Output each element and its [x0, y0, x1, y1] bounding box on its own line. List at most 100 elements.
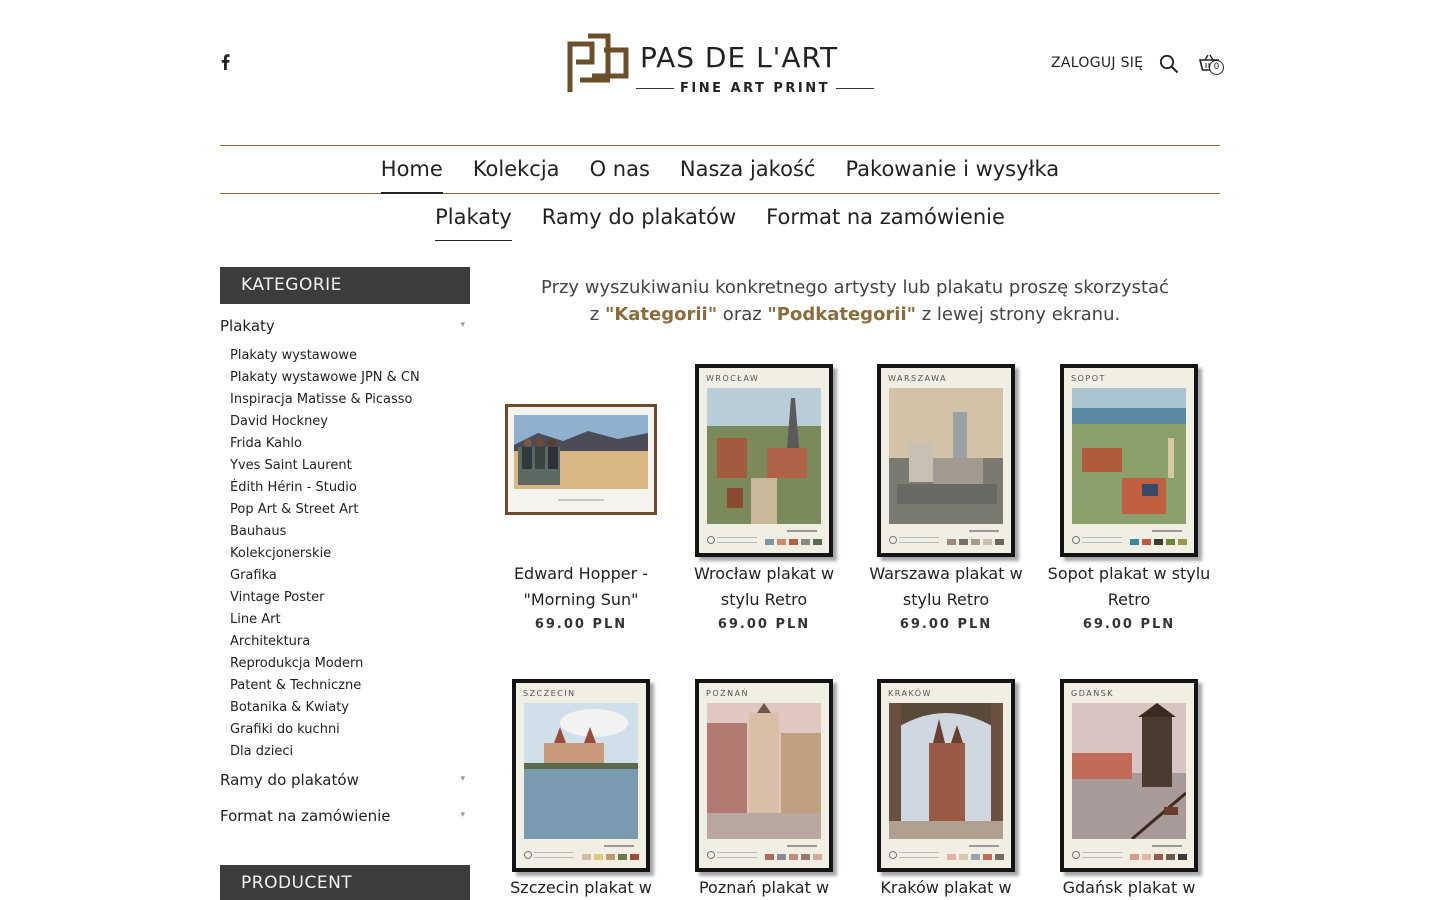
subnav-format[interactable]: Format na zamówienie: [766, 200, 1005, 241]
category-plakaty[interactable]: Plakaty ▾: [220, 317, 470, 335]
product-image[interactable]: SZCZECIN: [512, 679, 650, 872]
poster-paper: KRAKÓW: [881, 683, 1011, 868]
product-card[interactable]: Szczecin plakat w: [496, 875, 666, 900]
poster-text-lines: [717, 852, 757, 858]
product-card[interactable]: Gdańsk plakat w: [1044, 875, 1214, 900]
brand-logo[interactable]: PAS DE L'ART FINE ART PRINT: [566, 30, 876, 96]
poster-paper: GDAŃSK: [1064, 683, 1194, 868]
poster-text-lines: [1082, 852, 1122, 858]
color-swatches: [765, 539, 822, 545]
poster-mark-icon: [1072, 851, 1080, 859]
poster-city: POZNAŃ: [706, 689, 750, 698]
subcategory-item[interactable]: Grafika: [230, 565, 470, 587]
poster-city: KRAKÓW: [888, 689, 932, 698]
divider: [636, 87, 674, 89]
subcategory-item[interactable]: Bauhaus: [230, 521, 470, 543]
nav-kolekcja[interactable]: Kolekcja: [473, 146, 560, 193]
chevron-down-icon[interactable]: ▾: [460, 774, 465, 784]
subcategory-list: Plakaty wystawowe Plakaty wystawowe JPN …: [230, 345, 470, 763]
poster-paper: POZNAŃ: [699, 683, 829, 868]
product-name[interactable]: Wrocław plakat w stylu Retro: [679, 561, 849, 613]
sub-nav: Plakaty Ramy do plakatów Format na zamów…: [220, 200, 1220, 242]
divider: [836, 87, 875, 89]
subcategory-item[interactable]: Yves Saint Laurent: [230, 455, 470, 477]
product-card[interactable]: Edward Hopper - "Morning Sun" 69.00 PLN: [496, 561, 666, 632]
hint-text: oraz: [717, 304, 768, 325]
subcategory-item[interactable]: Pop Art & Street Art: [230, 499, 470, 521]
caption-line: [787, 845, 817, 847]
nav-nasza-jakosc[interactable]: Nasza jakość: [680, 146, 816, 193]
poster-text-lines: [534, 852, 574, 858]
color-swatches: [582, 854, 639, 860]
city-photo: [524, 703, 638, 839]
subnav-ramy[interactable]: Ramy do plakatów: [542, 200, 736, 241]
subcategory-item[interactable]: Patent & Techniczne: [230, 675, 470, 697]
subnav-plakaty[interactable]: Plakaty: [435, 200, 512, 241]
product-image[interactable]: SOPOT: [1060, 364, 1198, 557]
caption-line: [604, 845, 634, 847]
product-image[interactable]: WARSZAWA: [877, 364, 1015, 557]
subcategory-item[interactable]: Plakaty wystawowe JPN & CN: [230, 367, 470, 389]
product-image[interactable]: [505, 404, 657, 515]
caption-line: [787, 530, 817, 532]
category-format[interactable]: Format na zamówienie ▾: [220, 807, 470, 825]
subcategory-item[interactable]: Frida Kahlo: [230, 433, 470, 455]
product-name[interactable]: Edward Hopper - "Morning Sun": [496, 561, 666, 613]
search-hint: Przy wyszukiwaniu konkretnego artysty lu…: [500, 274, 1210, 328]
subcategory-item[interactable]: Architektura: [230, 631, 470, 653]
city-photo: [889, 703, 1003, 839]
nav-o-nas[interactable]: O nas: [590, 146, 650, 193]
chevron-down-icon[interactable]: ▾: [460, 320, 465, 330]
color-swatches: [947, 539, 1004, 545]
chevron-down-icon[interactable]: ▾: [460, 810, 465, 820]
product-image[interactable]: POZNAŃ: [695, 679, 833, 872]
product-card[interactable]: Sopot plakat w stylu Retro 69.00 PLN: [1044, 561, 1214, 632]
product-name[interactable]: Poznań plakat w: [679, 875, 849, 900]
producer-header: PRODUCENT: [220, 865, 470, 900]
logo-monogram-icon: [567, 33, 629, 92]
poster-text-lines: [899, 852, 939, 858]
product-card[interactable]: Poznań plakat w: [679, 875, 849, 900]
caption-line: [1152, 530, 1182, 532]
caption-line: [969, 530, 999, 532]
product-name[interactable]: Gdańsk plakat w: [1044, 875, 1214, 900]
city-photo: [707, 388, 821, 524]
subcategory-item[interactable]: David Hockney: [230, 411, 470, 433]
subcategory-item[interactable]: Reprodukcja Modern: [230, 653, 470, 675]
category-ramy[interactable]: Ramy do plakatów ▾: [220, 771, 470, 789]
product-name[interactable]: Sopot plakat w stylu Retro: [1044, 561, 1214, 613]
search-icon[interactable]: [1159, 54, 1179, 74]
poster-city: SZCZECIN: [523, 689, 576, 698]
poster-paper: SZCZECIN: [516, 683, 646, 868]
subcategory-item[interactable]: Inspiracja Matisse & Picasso: [230, 389, 470, 411]
product-price: 69.00 PLN: [534, 617, 628, 632]
product-card[interactable]: Kraków plakat w: [861, 875, 1031, 900]
hopper-painting-image: [514, 415, 648, 501]
login-link[interactable]: ZALOGUJ SIĘ: [1051, 55, 1143, 71]
poster-mark-icon: [707, 851, 715, 859]
subcategory-item[interactable]: Vintage Poster: [230, 587, 470, 609]
product-image[interactable]: GDAŃSK: [1060, 679, 1198, 872]
product-name[interactable]: Warszawa plakat w stylu Retro: [861, 561, 1031, 613]
subcategory-item[interactable]: Dla dzieci: [230, 741, 470, 763]
product-image[interactable]: KRAKÓW: [877, 679, 1015, 872]
nav-home[interactable]: Home: [380, 146, 443, 194]
product-card[interactable]: Warszawa plakat w stylu Retro 69.00 PLN: [861, 561, 1031, 632]
hint-text: z: [589, 304, 605, 325]
color-swatches: [947, 854, 1004, 860]
product-card[interactable]: Wrocław plakat w stylu Retro 69.00 PLN: [679, 561, 849, 632]
hint-kategorii: "Kategorii": [604, 304, 718, 325]
nav-pakowanie[interactable]: Pakowanie i wysyłka: [845, 146, 1059, 193]
product-name[interactable]: Szczecin plakat w: [496, 875, 666, 900]
facebook-icon[interactable]: [219, 54, 231, 70]
subcategory-item[interactable]: Édith Hérin - Studio: [230, 477, 470, 499]
subcategory-item[interactable]: Grafiki do kuchni: [230, 719, 470, 741]
city-photo: [707, 703, 821, 839]
product-name[interactable]: Kraków plakat w: [861, 875, 1031, 900]
subcategory-item[interactable]: Botanika & Kwiaty: [230, 697, 470, 719]
subcategory-item[interactable]: Line Art: [230, 609, 470, 631]
product-price: 69.00 PLN: [899, 617, 993, 632]
product-image[interactable]: WROCŁAW: [695, 364, 833, 557]
subcategory-item[interactable]: Plakaty wystawowe: [230, 345, 470, 367]
subcategory-item[interactable]: Kolekcjonerskie: [230, 543, 470, 565]
